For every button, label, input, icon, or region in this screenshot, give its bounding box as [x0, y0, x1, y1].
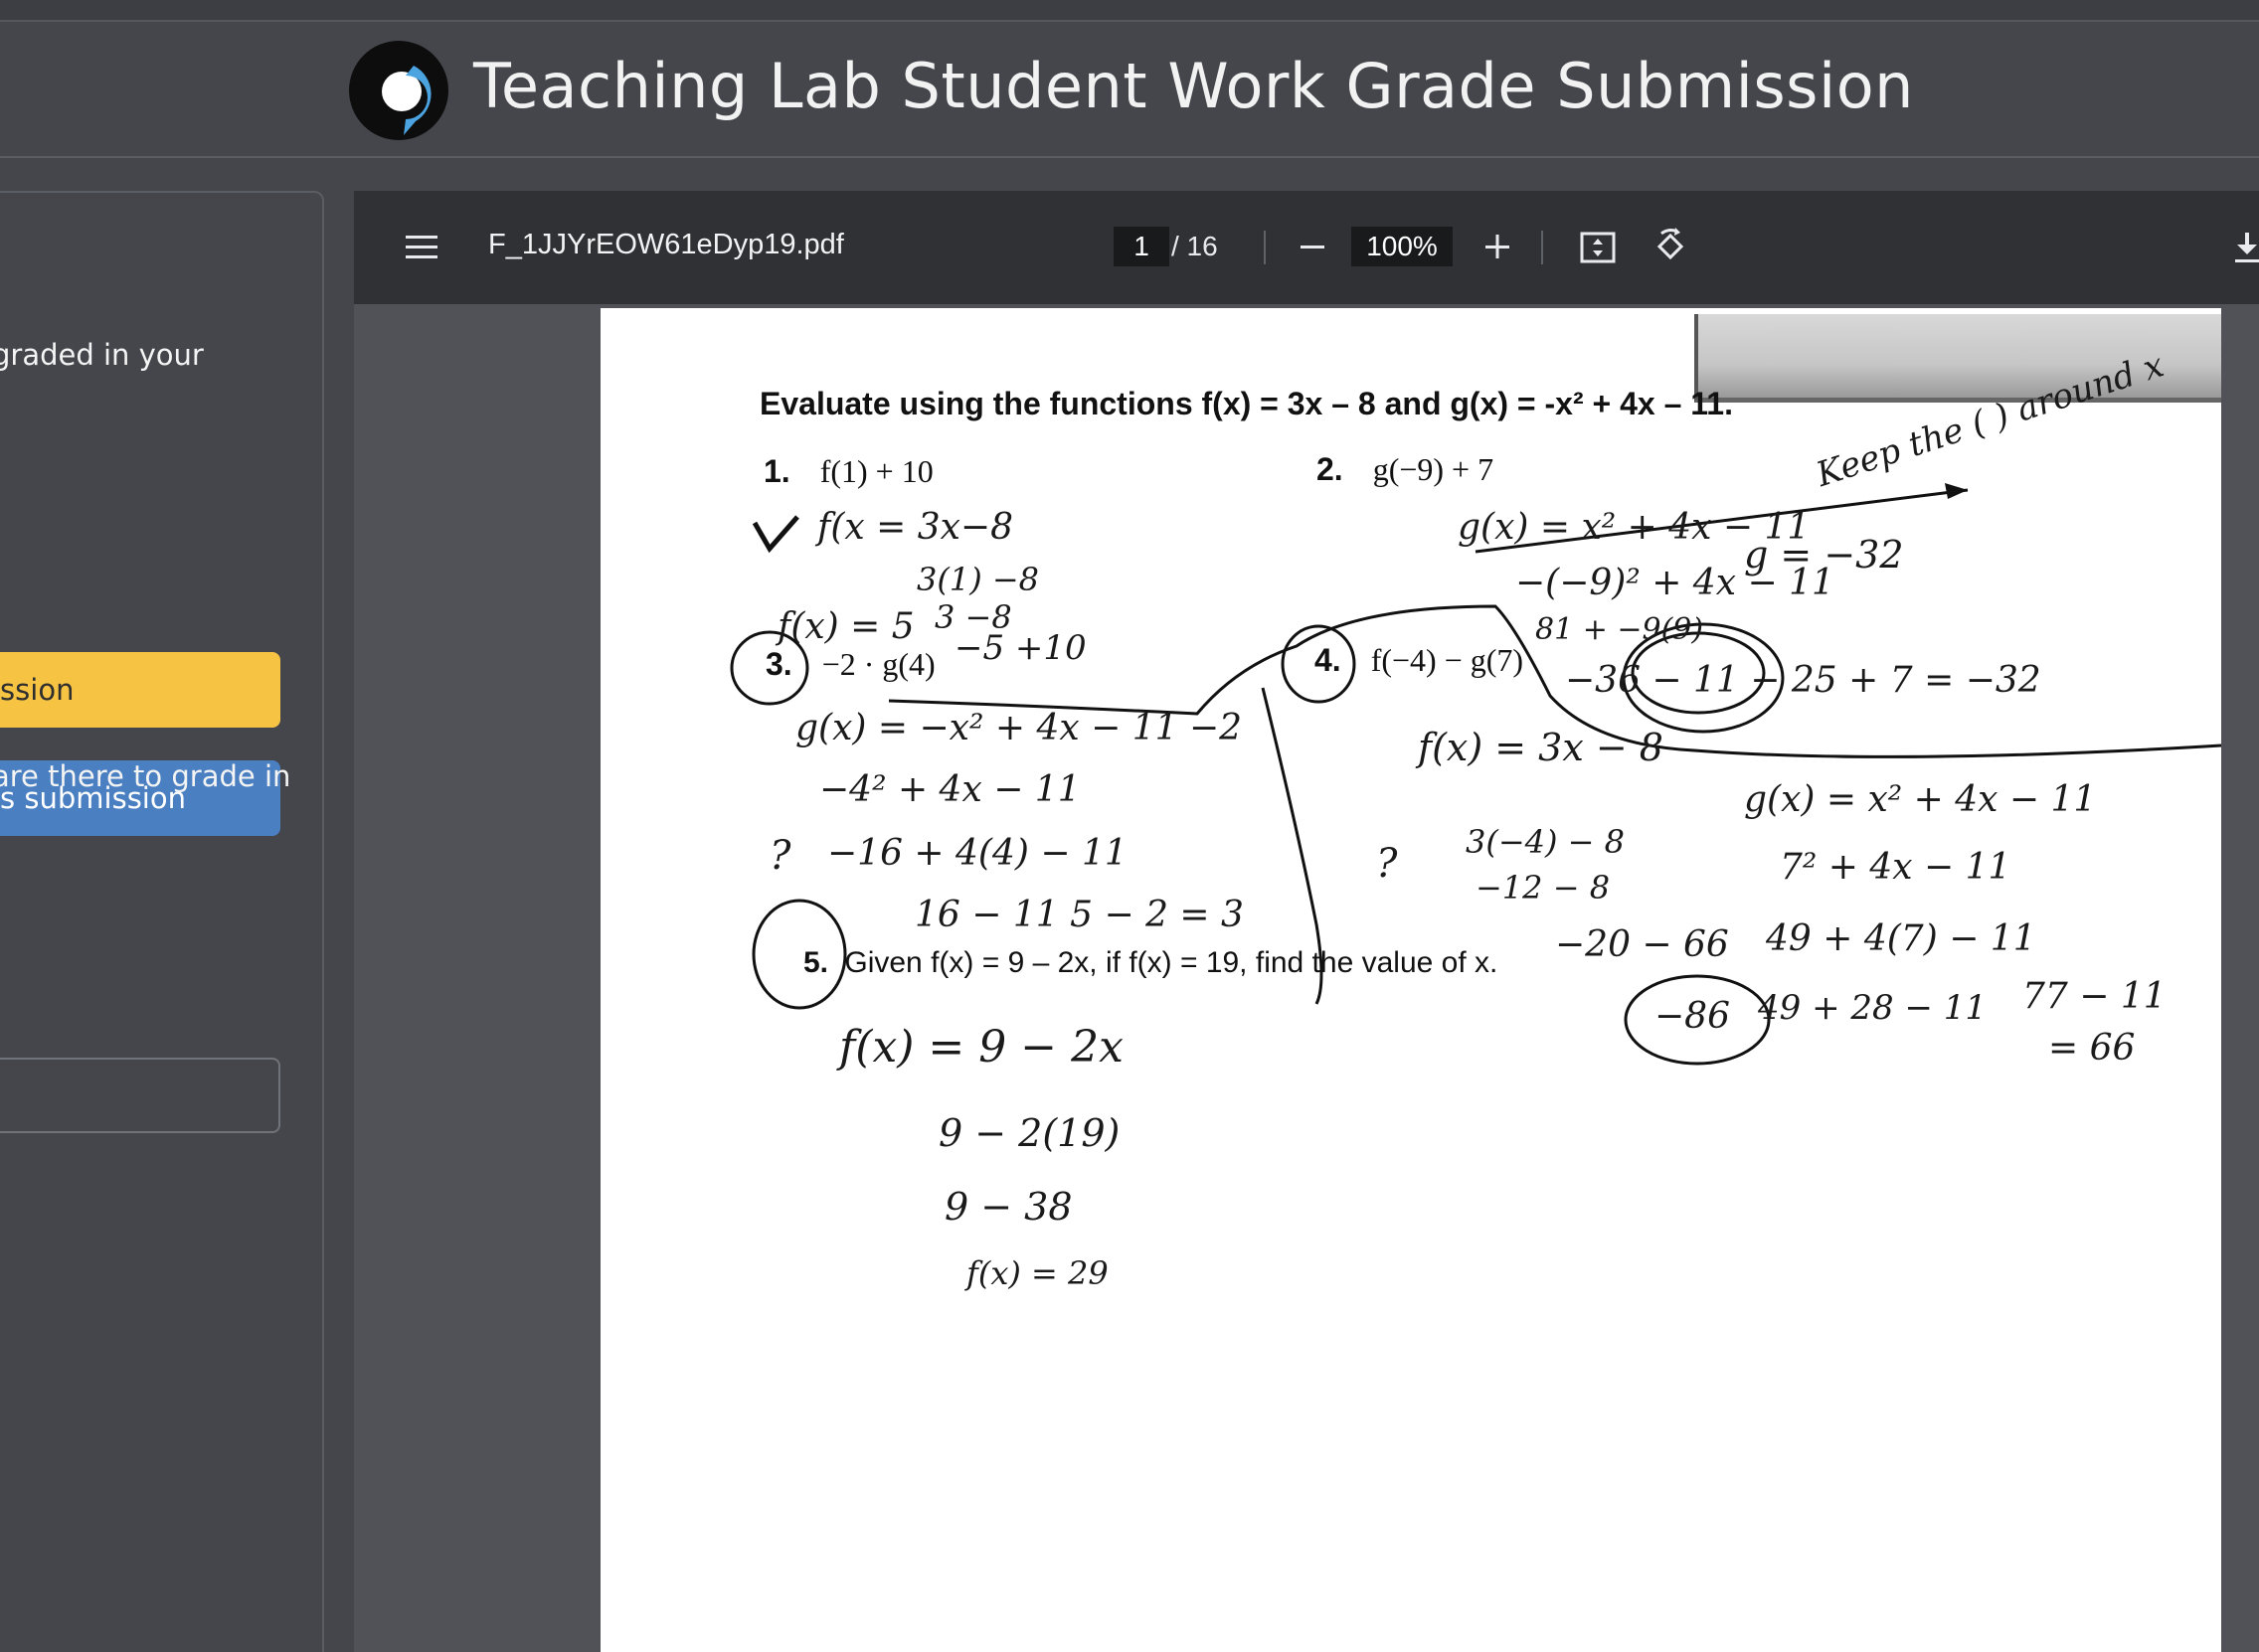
divider-line-vertical: [1261, 687, 1323, 1005]
grade-count-input[interactable]: [0, 1058, 280, 1133]
hw-q1-line2: 3(1) −8: [917, 561, 1040, 598]
arrow-head-icon: [1945, 483, 1968, 499]
hw-q2-result: g = −32: [1744, 533, 1904, 577]
hw-q4-line9: 49 + 28 − 11: [1758, 988, 1987, 1028]
pdf-page: Evaluate using the functions f(x) = 3x –…: [601, 308, 2221, 1652]
hw-q4-answer: −86: [1654, 996, 1730, 1037]
graded-instruction-text: graded in your: [0, 338, 204, 372]
hw-q5-line3: 9 − 38: [945, 1185, 1073, 1229]
hw-q3-line2: −4² + 4x − 11: [819, 769, 1081, 810]
pdf-filename: F_1JJYrEOW61eDyp19.pdf: [488, 229, 844, 260]
page-total: / 16: [1171, 231, 1218, 261]
hw-q4-line1: f(x) = 3x − 8: [1418, 726, 1663, 769]
hw-q2-line3: 81 + −9(9): [1535, 612, 1704, 647]
grade-count-text: are there to grade in: [0, 759, 291, 793]
hw-q3-line1: g(x) = −x² + 4x − 11 −2: [795, 708, 1243, 748]
app-title: Teaching Lab Student Work Grade Submissi…: [473, 50, 1914, 122]
zoom-level[interactable]: 100%: [1351, 227, 1453, 266]
hw-q1-line4: f(x) = 5: [778, 606, 915, 647]
hw-q1-line1: f(x = 3x−8: [817, 507, 1013, 548]
app-logo: [349, 41, 448, 140]
hw-q4-line11: = 66: [2048, 1028, 2136, 1069]
hw-q5-line4: f(x) = 29: [966, 1254, 1109, 1292]
submission-button[interactable]: ission: [0, 652, 280, 728]
pdf-viewer: F_1JJYrEOW61eDyp19.pdf 1 / 16 100% Evalu…: [354, 191, 2259, 1652]
hw-q4-line10: 77 − 11: [2022, 976, 2167, 1017]
menu-icon[interactable]: [404, 225, 439, 270]
top-strip: [0, 0, 2259, 22]
hw-q3-question-mark: ?: [770, 833, 791, 879]
hw-q4-line3: −12 − 8: [1476, 869, 1611, 907]
toolbar-divider: [1541, 231, 1543, 264]
app-header: Teaching Lab Student Work Grade Submissi…: [0, 22, 2259, 158]
hw-q3-line3: −16 + 4(4) − 11: [827, 833, 1128, 874]
download-icon[interactable]: [2227, 227, 2259, 268]
hw-q4-line7: 7² + 4x − 11: [1780, 847, 2011, 888]
question-4-circle: [1281, 624, 1356, 704]
hw-q4-line2: 3(−4) − 8: [1466, 823, 1626, 861]
side-panel: graded in your ission is submission are …: [0, 191, 324, 1652]
question-5-circle: [752, 899, 847, 1010]
hw-q4-line6: g(x) = x² + 4x − 11: [1744, 779, 2097, 820]
pdf-toolbar: F_1JJYrEOW61eDyp19.pdf 1 / 16 100%: [354, 191, 2259, 304]
hw-q1-line5: −5 +10: [955, 628, 1087, 668]
hw-q5-line2: 9 − 2(19): [939, 1111, 1121, 1155]
hw-q4-question-mark: ?: [1376, 841, 1398, 887]
checkmark-icon: [752, 515, 799, 554]
zoom-in-icon[interactable]: [1477, 227, 1517, 266]
page-number-input[interactable]: 1: [1114, 227, 1169, 266]
fit-page-icon[interactable]: [1577, 227, 1619, 268]
hw-q2-line4: −36 − 11 − 25 + 7 = −32: [1565, 660, 2041, 701]
rotate-icon[interactable]: [1649, 225, 1692, 268]
zoom-out-icon[interactable]: [1293, 227, 1332, 266]
hw-q4-line8: 49 + 4(7) − 11: [1766, 918, 2036, 959]
hw-q5-line1: f(x) = 9 − 2x: [839, 1022, 1124, 1073]
toolbar-divider: [1264, 231, 1266, 264]
hw-q3-line4: 16 − 11 5 − 2 = 3: [915, 895, 1244, 935]
hw-q4-line4: −20 − 66: [1555, 924, 1729, 965]
app-root: Teaching Lab Student Work Grade Submissi…: [0, 0, 2259, 1652]
